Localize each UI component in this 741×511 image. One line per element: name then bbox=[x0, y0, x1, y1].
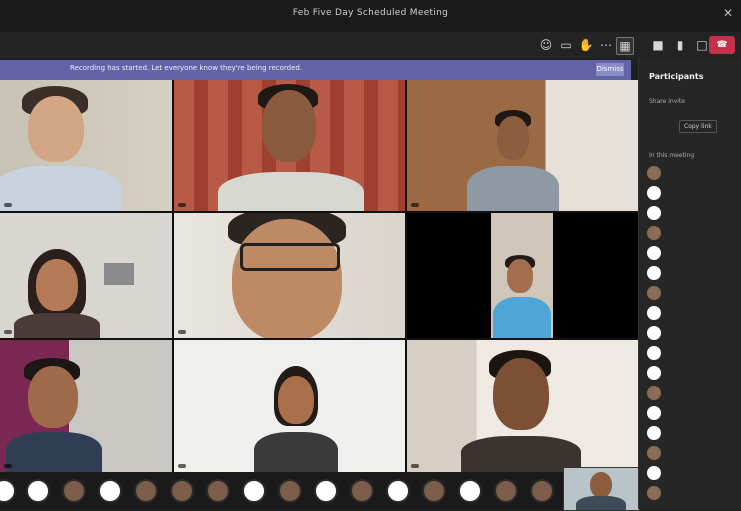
attendee-avatar[interactable] bbox=[386, 479, 410, 503]
attendee-avatar[interactable] bbox=[134, 479, 158, 503]
video-tile-6[interactable] bbox=[407, 213, 638, 338]
leave-icon: ☎ bbox=[716, 40, 728, 50]
meeting-toolbar: ☺ ▭ ✋ ⋯ ▦ ■ ▮ □ ☎ bbox=[0, 32, 741, 58]
participant-row[interactable] bbox=[647, 304, 739, 322]
video-grid bbox=[0, 80, 638, 472]
video-tile-4[interactable] bbox=[0, 213, 172, 338]
participant-row[interactable] bbox=[647, 184, 739, 202]
participant-name bbox=[411, 203, 419, 207]
mic-icon[interactable]: ▮ bbox=[672, 37, 688, 53]
attendee-strip bbox=[0, 472, 638, 509]
avatar bbox=[647, 366, 661, 380]
participant-name bbox=[4, 464, 12, 468]
avatar bbox=[647, 326, 661, 340]
avatar bbox=[647, 406, 661, 420]
avatar bbox=[647, 226, 661, 240]
participant-row[interactable] bbox=[647, 284, 739, 302]
video-tile-3[interactable] bbox=[407, 80, 638, 211]
avatar bbox=[647, 346, 661, 360]
participant-row[interactable] bbox=[647, 344, 739, 362]
camera-icon[interactable]: ■ bbox=[650, 37, 666, 53]
self-view-head bbox=[590, 472, 612, 498]
self-view[interactable] bbox=[563, 467, 640, 511]
participant-name bbox=[411, 464, 419, 468]
participant-row[interactable] bbox=[647, 424, 739, 442]
avatar bbox=[647, 306, 661, 320]
share-invite[interactable]: Share invite bbox=[649, 98, 737, 110]
participant-row[interactable] bbox=[647, 224, 739, 242]
participants-panel: Participants Share invite Copy link In t… bbox=[638, 58, 741, 509]
avatar bbox=[647, 246, 661, 260]
wall-picture bbox=[104, 263, 134, 285]
participant-name bbox=[178, 203, 186, 207]
video-tile-5[interactable] bbox=[174, 213, 405, 338]
avatar bbox=[647, 286, 661, 300]
attendee-avatar[interactable] bbox=[494, 479, 518, 503]
video-tile-1[interactable] bbox=[0, 80, 172, 211]
avatar bbox=[647, 426, 661, 440]
participant-row[interactable] bbox=[647, 324, 739, 342]
participant-row[interactable] bbox=[647, 484, 739, 502]
video-tile-8[interactable] bbox=[174, 340, 405, 472]
avatar bbox=[647, 166, 661, 180]
avatar bbox=[647, 386, 661, 400]
participant-row[interactable] bbox=[647, 204, 739, 222]
section-label: In this meeting bbox=[649, 152, 695, 159]
participant-row[interactable] bbox=[647, 404, 739, 422]
share-icon[interactable]: □ bbox=[694, 37, 710, 53]
recording-banner: Recording has started. Let everyone know… bbox=[0, 60, 631, 80]
grid-icon[interactable]: ▦ bbox=[616, 37, 634, 55]
chat-icon[interactable]: ▭ bbox=[558, 37, 574, 53]
more-icon[interactable]: ⋯ bbox=[598, 37, 614, 53]
participant-row[interactable] bbox=[647, 444, 739, 462]
participant-row[interactable] bbox=[647, 244, 739, 262]
attendee-avatar[interactable] bbox=[170, 479, 194, 503]
participant-row[interactable] bbox=[647, 164, 739, 182]
participant-name bbox=[411, 330, 419, 334]
attendee-avatar[interactable] bbox=[278, 479, 302, 503]
dismiss-button[interactable]: Dismiss bbox=[596, 63, 624, 76]
close-icon[interactable]: ✕ bbox=[723, 6, 733, 20]
participant-row[interactable] bbox=[647, 464, 739, 482]
video-tile-9[interactable] bbox=[407, 340, 638, 472]
attendee-avatar[interactable] bbox=[206, 479, 230, 503]
attendee-avatar[interactable] bbox=[242, 479, 266, 503]
avatar bbox=[647, 186, 661, 200]
panel-title: Participants bbox=[649, 72, 704, 81]
banner-text: Recording has started. Let everyone know… bbox=[70, 64, 303, 72]
avatar bbox=[647, 266, 661, 280]
copy-link-button[interactable]: Copy link bbox=[679, 120, 717, 133]
participant-name bbox=[4, 330, 12, 334]
leave-button[interactable]: ☎ bbox=[709, 36, 735, 54]
attendee-avatar[interactable] bbox=[350, 479, 374, 503]
participant-name bbox=[178, 330, 186, 334]
people-icon[interactable]: ☺ bbox=[538, 37, 554, 53]
glasses bbox=[240, 243, 340, 271]
participant-name bbox=[4, 203, 12, 207]
attendee-avatar[interactable] bbox=[26, 479, 50, 503]
attendee-avatar[interactable] bbox=[458, 479, 482, 503]
participant-row[interactable] bbox=[647, 364, 739, 382]
participant-name bbox=[178, 464, 186, 468]
participant-row[interactable] bbox=[647, 384, 739, 402]
window-title: Feb Five Day Scheduled Meeting bbox=[292, 8, 449, 18]
attendee-avatar[interactable] bbox=[530, 479, 554, 503]
video-tile-2[interactable] bbox=[174, 80, 405, 211]
raise-hand-icon[interactable]: ✋ bbox=[578, 37, 594, 53]
attendee-avatar[interactable] bbox=[98, 479, 122, 503]
video-tile-7[interactable] bbox=[0, 340, 172, 472]
avatar bbox=[647, 206, 661, 220]
participant-row[interactable] bbox=[647, 264, 739, 282]
avatar bbox=[647, 466, 661, 480]
avatar bbox=[647, 446, 661, 460]
avatar bbox=[647, 486, 661, 500]
attendee-avatar[interactable] bbox=[62, 479, 86, 503]
title-bar: Feb Five Day Scheduled Meeting ✕ bbox=[0, 0, 741, 33]
attendee-avatar[interactable] bbox=[422, 479, 446, 503]
attendee-avatar[interactable] bbox=[0, 479, 16, 503]
attendee-avatar[interactable] bbox=[314, 479, 338, 503]
